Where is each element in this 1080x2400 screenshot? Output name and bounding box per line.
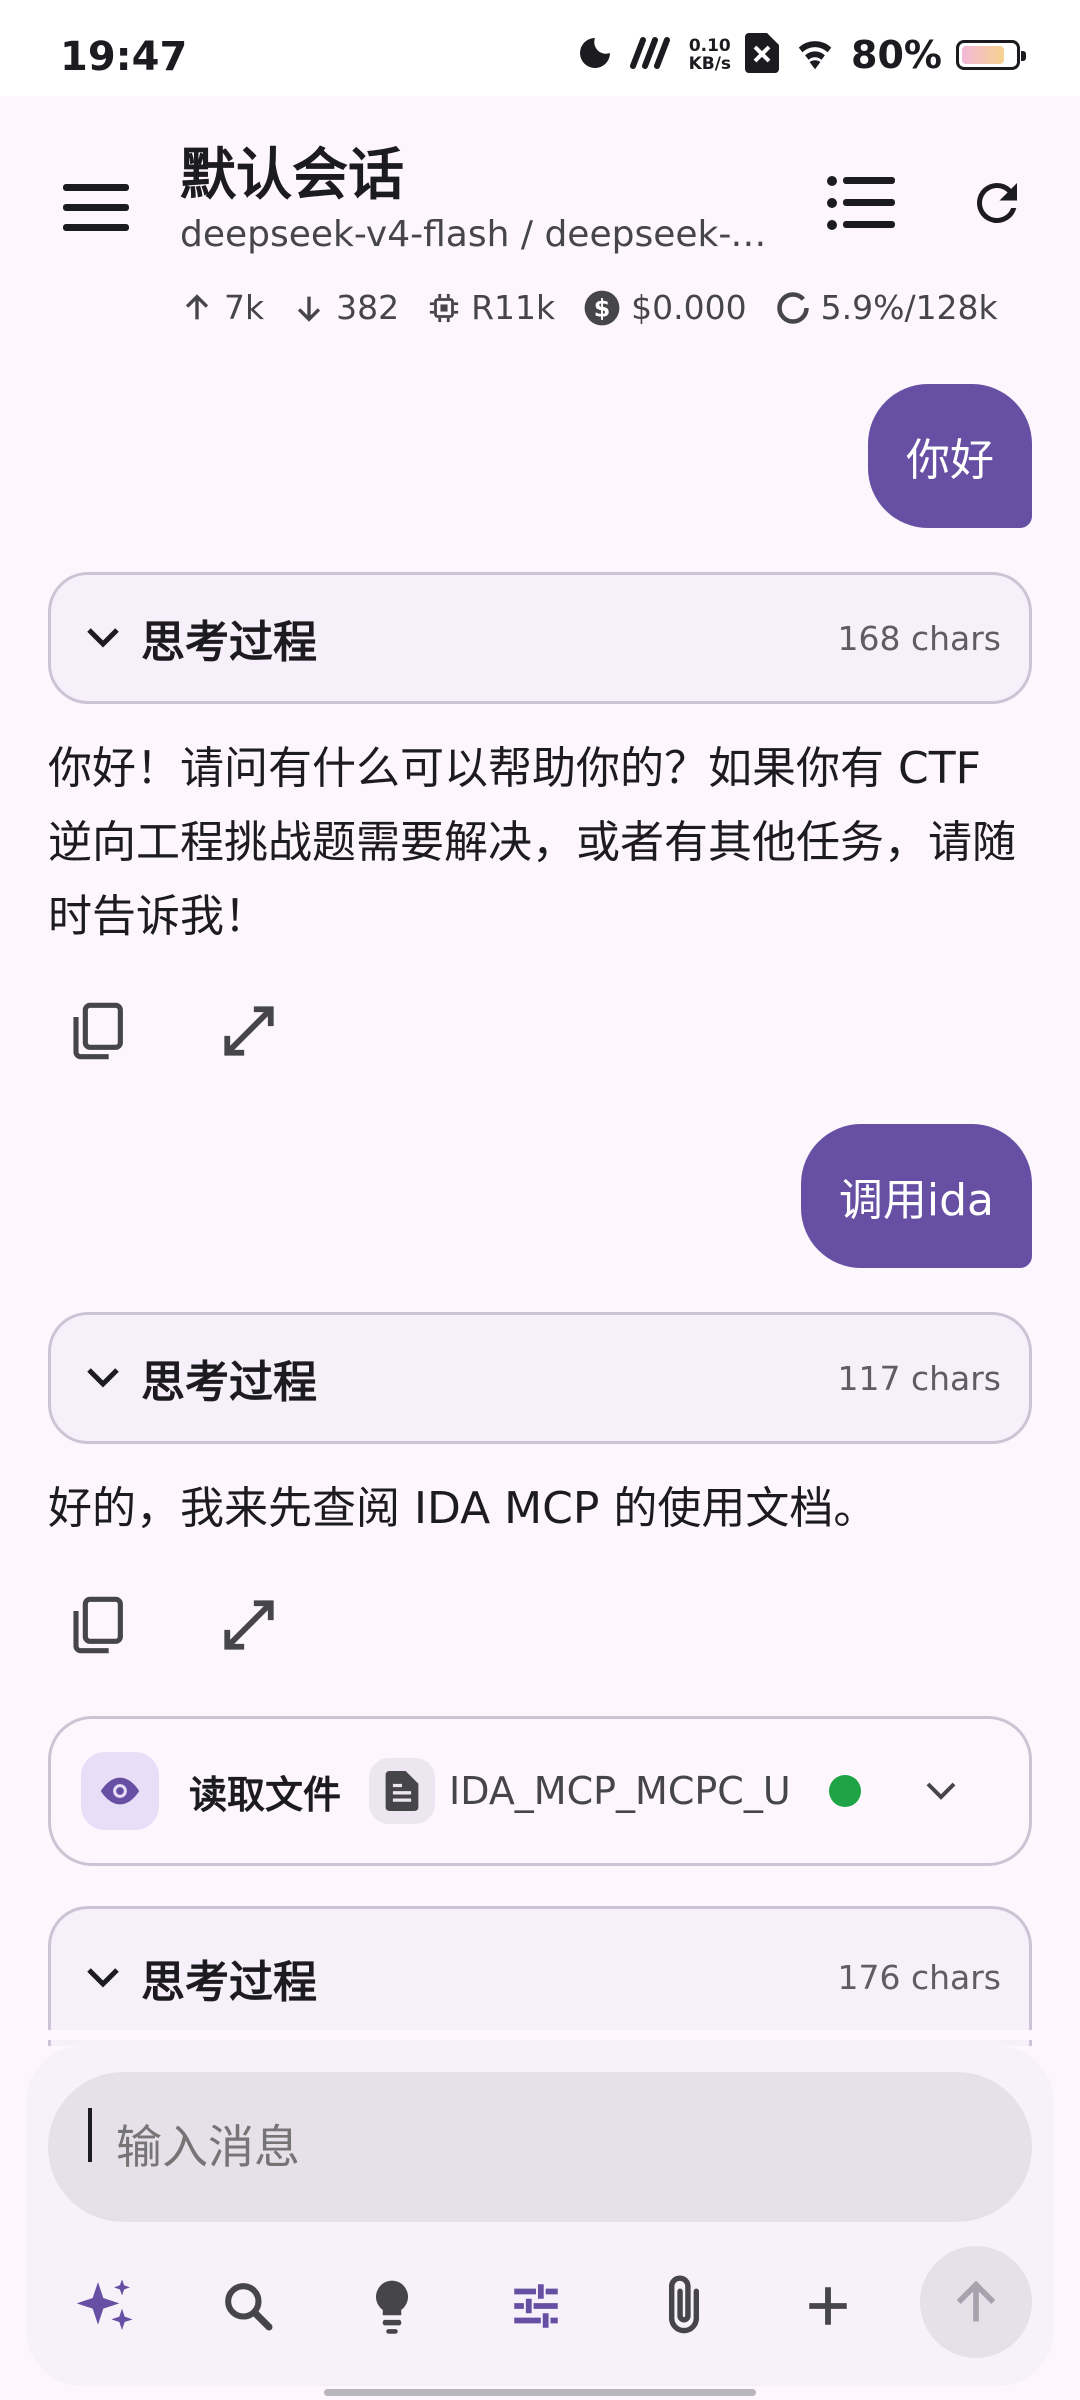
top-app-bar: 默认会话 deepseek-v4-flash / deepseek-v4-fla… xyxy=(0,96,1080,354)
settings-button[interactable] xyxy=(486,2256,586,2356)
sparkle-icon xyxy=(76,2279,133,2330)
no-sim-icon xyxy=(745,33,780,77)
attach-button[interactable] xyxy=(634,2256,734,2356)
reasoning-button[interactable] xyxy=(342,2256,442,2356)
tool-call-card[interactable]: 读取文件 IDA_MCP_MCPC_U xyxy=(48,1716,1032,1866)
stat-download: 382 xyxy=(292,288,399,327)
stat-context: 5.9%/128k xyxy=(775,288,998,327)
list-icon xyxy=(827,176,895,230)
file-name: IDA_MCP_MCPC_U xyxy=(449,1769,790,1813)
status-time: 19:47 xyxy=(60,34,188,80)
expand-icon xyxy=(224,1006,274,1056)
thinking-card[interactable]: 思考过程 117 chars xyxy=(48,1312,1032,1444)
moon-icon xyxy=(575,33,615,77)
wifi-icon xyxy=(793,35,837,75)
eye-icon xyxy=(100,1777,140,1805)
session-title[interactable]: 默认会话 xyxy=(180,130,404,211)
refresh-icon xyxy=(976,182,1017,223)
stat-cost: $ $0.000 xyxy=(583,288,747,327)
menu-icon xyxy=(63,184,129,231)
composer xyxy=(26,2046,1054,2386)
thinking-char-count: 176 chars xyxy=(837,1958,1001,1997)
stat-cache: R11k xyxy=(427,288,555,327)
copy-icon xyxy=(73,1002,123,1060)
chip-icon xyxy=(429,293,459,322)
lightbulb-icon xyxy=(375,2280,409,2334)
scroll-edge xyxy=(0,2030,1080,2040)
file-chip: IDA_MCP_MCPC_U xyxy=(369,1758,789,1824)
tool-label: 读取文件 xyxy=(189,1772,342,1817)
status-icons: 0.10 KB/s 80% xyxy=(575,30,1026,80)
expand-icon xyxy=(224,1600,274,1650)
usage-stats: 7k 382 R11k $ $0.000 5.9%/128k xyxy=(180,288,998,327)
search-button[interactable] xyxy=(198,2256,298,2356)
copy-button[interactable] xyxy=(52,1580,142,1670)
battery-fill xyxy=(962,46,1004,64)
user-message[interactable]: 调用ida xyxy=(800,1124,1032,1268)
copy-icon xyxy=(73,1596,123,1654)
net-speed-unit: KB/s xyxy=(688,54,732,74)
session-list-button[interactable] xyxy=(816,158,906,248)
expand-button[interactable] xyxy=(204,1580,294,1670)
chevron-down-icon xyxy=(79,614,127,662)
battery-icon xyxy=(956,40,1026,70)
arrow-up-icon xyxy=(185,293,209,319)
copy-button[interactable] xyxy=(52,986,142,1076)
tool-type-badge xyxy=(81,1752,159,1830)
assistant-message: 你好！请问有什么可以帮助你的？如果你有 CTF 逆向工程挑战题需要解决，或者有其… xyxy=(48,743,1016,942)
thinking-title: 思考过程 xyxy=(141,1357,317,1408)
refresh-button[interactable] xyxy=(952,158,1042,248)
message-input[interactable] xyxy=(48,2072,1032,2222)
net-speed: 0.10 KB/s xyxy=(689,37,731,73)
stat-upload: 7k xyxy=(180,288,264,327)
thinking-char-count: 168 chars xyxy=(837,618,1001,658)
thinking-card[interactable]: 思考过程 176 chars xyxy=(48,1906,1032,2046)
menu-button[interactable] xyxy=(54,166,138,250)
sparkle-button[interactable] xyxy=(56,2256,156,2356)
search-icon xyxy=(225,2283,273,2331)
user-message[interactable]: 你好 xyxy=(868,384,1032,528)
status-dot xyxy=(829,1775,862,1807)
battery-percent: 80% xyxy=(851,33,942,77)
composer-toolbar xyxy=(26,2246,1054,2366)
thinking-title: 思考过程 xyxy=(141,617,317,668)
expand-button[interactable] xyxy=(204,986,294,1076)
chevron-down-icon[interactable] xyxy=(917,1767,965,1815)
send-button[interactable] xyxy=(920,2246,1032,2358)
assistant-message: 好的，我来先查阅 IDA MCP 的使用文档。 xyxy=(48,1483,878,1534)
add-button[interactable] xyxy=(778,2256,878,2356)
text-cursor xyxy=(88,2108,92,2162)
paperclip-icon xyxy=(668,2275,700,2334)
status-bar: 19:47 0.10 KB/s 80% xyxy=(0,0,1080,96)
thinking-title: 思考过程 xyxy=(141,1956,317,2008)
home-indicator[interactable] xyxy=(324,2389,756,2396)
mi-logo-icon xyxy=(629,36,675,74)
tune-icon xyxy=(514,2284,558,2328)
thinking-card[interactable]: 思考过程 168 chars xyxy=(48,572,1032,704)
thinking-char-count: 117 chars xyxy=(837,1358,1001,1398)
model-subtitle[interactable]: deepseek-v4-flash / deepseek-v4-flash xyxy=(180,214,780,255)
file-icon xyxy=(369,1758,436,1824)
progress-ring-icon xyxy=(776,291,809,324)
chevron-down-icon xyxy=(79,1354,127,1402)
dollar-icon: $ xyxy=(584,290,620,325)
net-speed-value: 0.10 xyxy=(688,36,731,56)
arrow-down-icon xyxy=(297,296,321,322)
svg-text:$: $ xyxy=(594,294,611,322)
chevron-down-icon xyxy=(79,1954,127,2002)
plus-icon xyxy=(809,2287,847,2325)
arrow-up-icon xyxy=(956,2280,996,2322)
